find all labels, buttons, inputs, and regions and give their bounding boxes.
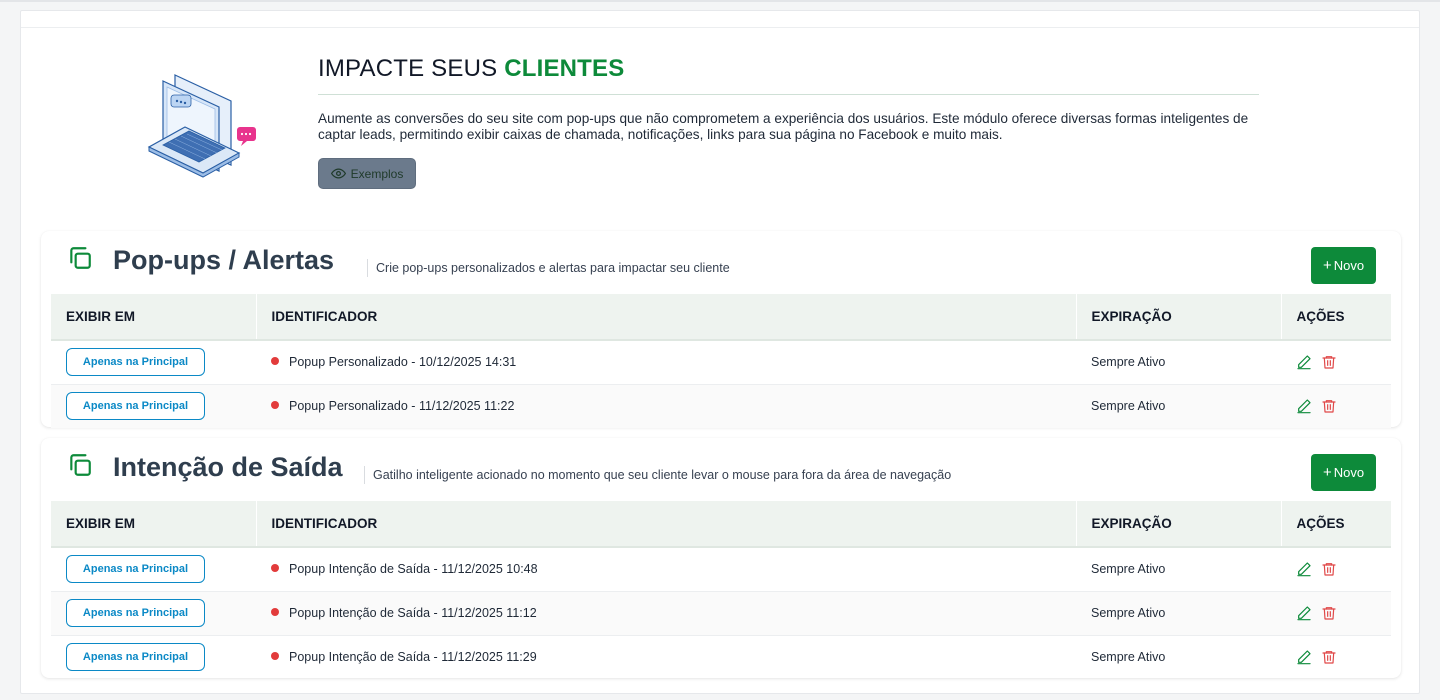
new-button-label: Novo bbox=[1333, 258, 1365, 273]
status-dot bbox=[271, 564, 279, 573]
column-header: AÇÕES bbox=[1296, 516, 1345, 531]
expiration: Sempre Ativo bbox=[1091, 562, 1166, 577]
card-divider bbox=[21, 27, 1419, 28]
status-dot bbox=[271, 401, 279, 410]
edit-icon[interactable] bbox=[1296, 398, 1312, 414]
identifier: Popup Intenção de Saída - 11/12/2025 10:… bbox=[289, 562, 538, 577]
identifier: Popup Intenção de Saída - 11/12/2025 11:… bbox=[289, 606, 537, 620]
identifier: Popup Intenção de Saída - 11/12/2025 11:… bbox=[289, 650, 537, 665]
expiration: Sempre Ativo bbox=[1091, 399, 1166, 414]
column-header: EXPIRAÇÃO bbox=[1076, 294, 1282, 340]
hero-title: IMPACTE SEUS CLIENTES bbox=[318, 55, 625, 82]
examples-button-label: Exemplos bbox=[350, 166, 404, 181]
new-button-label: Novo bbox=[1333, 465, 1365, 480]
new-exit-intent-button[interactable]: + Novo bbox=[1311, 454, 1376, 491]
eye-icon bbox=[330, 168, 346, 179]
hero-divider bbox=[318, 94, 1259, 95]
main-card: IMPACTE SEUS CLIENTES Aumente as convers… bbox=[20, 10, 1420, 694]
plus-icon: + bbox=[1322, 464, 1332, 481]
column-header: EXIBIR EM bbox=[51, 294, 257, 340]
trash-icon[interactable] bbox=[1321, 398, 1337, 414]
table-row: Apenas na Principal Popup Intenção de Sa… bbox=[51, 591, 1391, 635]
expiration: Sempre Ativo bbox=[1091, 355, 1166, 370]
exit-intent-table: EXIBIR EM IDENTIFICADOR EXPIRAÇÃO AÇÕES … bbox=[51, 501, 1391, 679]
section-subtitle: Gatilho inteligente acionado no momento … bbox=[364, 466, 951, 484]
section-exit-intent: Intenção de Saída Gatilho inteligente ac… bbox=[41, 438, 1401, 678]
table-header-row: EXIBIR EM IDENTIFICADOR EXPIRAÇÃO AÇÕES bbox=[51, 501, 1391, 547]
column-header: IDENTIFICADOR bbox=[256, 501, 1077, 547]
plus-icon: + bbox=[1322, 257, 1332, 274]
laptop-illustration-icon bbox=[147, 74, 256, 178]
status-dot bbox=[271, 608, 279, 616]
trash-icon[interactable] bbox=[1321, 649, 1337, 665]
top-border bbox=[0, 0, 1440, 2]
display-badge[interactable]: Apenas na Principal bbox=[66, 555, 205, 584]
display-badge[interactable]: Apenas na Principal bbox=[66, 392, 205, 421]
table-header-row: EXIBIR EM IDENTIFICADOR EXPIRAÇÃO AÇÕES bbox=[51, 294, 1391, 340]
table-row: Apenas na Principal Popup Intenção de Sa… bbox=[51, 635, 1391, 679]
edit-icon[interactable] bbox=[1296, 354, 1312, 370]
expiration: Sempre Ativo bbox=[1091, 650, 1166, 665]
status-dot bbox=[271, 652, 279, 661]
trash-icon[interactable] bbox=[1321, 561, 1337, 577]
hero-description: Aumente as conversões do seu site com po… bbox=[318, 111, 1249, 142]
identifier: Popup Personalizado - 10/12/2025 14:31 bbox=[289, 355, 517, 370]
edit-icon[interactable] bbox=[1296, 605, 1312, 621]
section-title: Pop-ups / Alertas bbox=[113, 245, 335, 275]
new-popup-button[interactable]: + Novo bbox=[1311, 247, 1376, 284]
section-popups: Pop-ups / Alertas Crie pop-ups personali… bbox=[41, 231, 1401, 428]
identifier: Popup Personalizado - 11/12/2025 11:22 bbox=[289, 399, 515, 414]
examples-button[interactable]: Exemplos bbox=[318, 158, 416, 189]
column-header: EXIBIR EM bbox=[51, 501, 257, 547]
section-title: Intenção de Saída bbox=[113, 452, 343, 482]
copy-icon bbox=[70, 454, 91, 476]
table-row: Apenas na Principal Popup Personalizado … bbox=[51, 384, 1391, 428]
section-subtitle: Crie pop-ups personalizados e alertas pa… bbox=[367, 259, 730, 277]
column-header: IDENTIFICADOR bbox=[256, 294, 1077, 340]
display-badge[interactable]: Apenas na Principal bbox=[66, 348, 205, 377]
edit-icon[interactable] bbox=[1296, 649, 1312, 665]
display-badge[interactable]: Apenas na Principal bbox=[66, 599, 205, 627]
trash-icon[interactable] bbox=[1321, 354, 1337, 370]
display-badge[interactable]: Apenas na Principal bbox=[66, 643, 205, 672]
trash-icon[interactable] bbox=[1321, 605, 1337, 621]
table-row: Apenas na Principal Popup Intenção de Sa… bbox=[51, 547, 1391, 591]
popups-table: EXIBIR EM IDENTIFICADOR EXPIRAÇÃO AÇÕES … bbox=[51, 294, 1391, 428]
copy-icon bbox=[70, 247, 91, 269]
column-header: AÇÕES bbox=[1296, 309, 1345, 324]
edit-icon[interactable] bbox=[1296, 561, 1312, 577]
column-header: EXPIRAÇÃO bbox=[1076, 501, 1282, 547]
expiration: Sempre Ativo bbox=[1091, 606, 1166, 620]
table-row: Apenas na Principal Popup Personalizado … bbox=[51, 340, 1391, 384]
status-dot bbox=[271, 357, 279, 366]
